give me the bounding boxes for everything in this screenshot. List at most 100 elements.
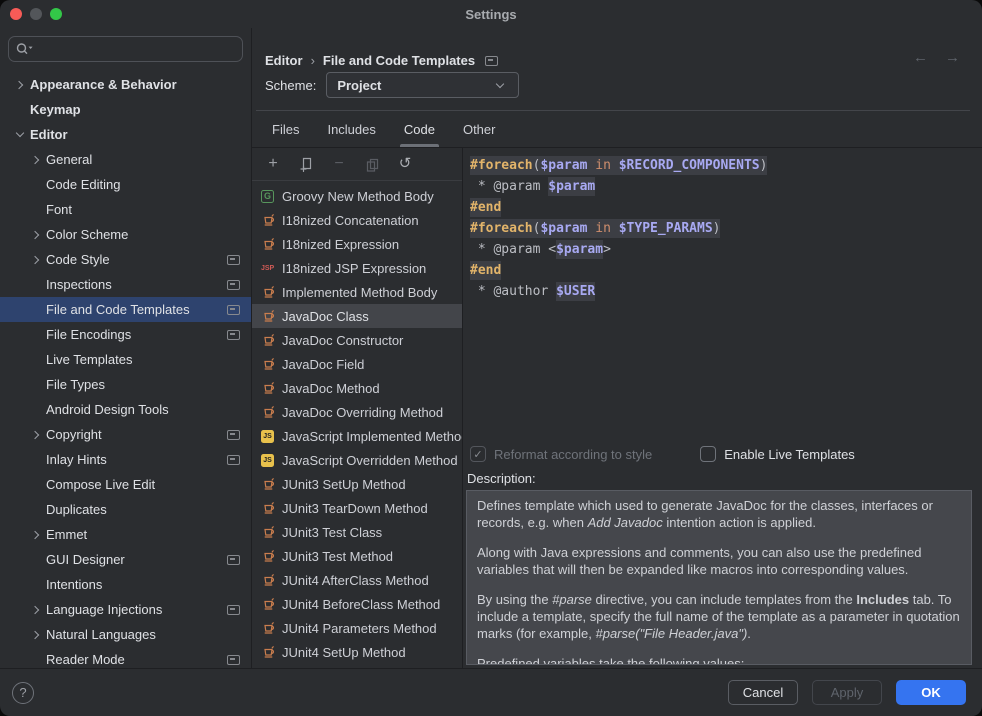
template-item-groovy-new-method-body[interactable]: GGroovy New Method Body [252,184,462,208]
sidebar-item-gui-designer[interactable]: GUI Designer [0,547,251,572]
template-item-implemented-method-body[interactable]: Implemented Method Body [252,280,462,304]
sidebar-item-language-injections[interactable]: Language Injections [0,597,251,622]
sidebar-item-color-scheme[interactable]: Color Scheme [0,222,251,247]
template-item-javadoc-constructor[interactable]: JavaDoc Constructor [252,328,462,352]
template-item-label: JUnit4 Parameters Method [282,621,437,636]
chevron-spacer [28,577,44,593]
breadcrumb-editor[interactable]: Editor [265,53,303,68]
tab-files[interactable]: Files [264,111,307,147]
scheme-select[interactable]: Project [326,72,519,98]
search-box[interactable] [8,36,243,62]
sidebar-item-intentions[interactable]: Intentions [0,572,251,597]
apply-button[interactable]: Apply [812,680,882,705]
template-item-junit3-test-class[interactable]: JUnit3 Test Class [252,520,462,544]
sidebar-item-inspections[interactable]: Inspections [0,272,251,297]
add-template-button[interactable]: + [265,156,281,172]
code-token: ) [713,219,721,238]
template-item-javascript-implemented-method[interactable]: JSJavaScript Implemented Method [252,424,462,448]
chevron-spacer [28,552,44,568]
template-item-junit4-parameters-method[interactable]: JUnit4 Parameters Method [252,616,462,640]
template-list: GGroovy New Method BodyI18nized Concaten… [252,181,462,668]
breadcrumb-current[interactable]: File and Code Templates [323,53,475,68]
template-item-javadoc-class[interactable]: JavaDoc Class [252,304,462,328]
footer-buttons: Cancel Apply OK [728,680,966,705]
template-list-panel: + − ↺ GGroovy New Method BodyI18nized Conc… [252,148,463,668]
template-item-label: JavaDoc Method [282,381,380,396]
template-item-junit3-teardown-method[interactable]: JUnit3 TearDown Method [252,496,462,520]
sidebar-item-file-types[interactable]: File Types [0,372,251,397]
sidebar-item-reader-mode[interactable]: Reader Mode [0,647,251,668]
forward-icon[interactable]: → [945,49,960,66]
chevron-spacer [28,377,44,393]
template-item-javadoc-method[interactable]: JavaDoc Method [252,376,462,400]
template-editor[interactable]: #foreach($param in $RECORD_COMPONENTS) *… [463,148,982,441]
chevron-spacer [28,502,44,518]
java-template-icon [261,501,276,516]
sidebar-item-code-style[interactable]: Code Style [0,247,251,272]
zoom-button[interactable] [50,8,62,20]
sidebar-item-label: Copyright [46,427,102,442]
tab-other[interactable]: Other [455,111,504,147]
reformat-checkbox[interactable] [470,446,486,462]
sidebar-item-label: File and Code Templates [46,302,190,317]
sidebar-item-general[interactable]: General [0,147,251,172]
sidebar-item-emmet[interactable]: Emmet [0,522,251,547]
settings-search-input[interactable] [39,41,236,58]
sidebar-item-code-editing[interactable]: Code Editing [0,172,251,197]
list-toolbar: + − ↺ [252,148,462,181]
scheme-label: Scheme: [265,78,316,93]
sidebar-item-keymap[interactable]: Keymap [0,97,251,122]
description-text: #parse("File Header.java") [595,626,747,641]
template-item-i18nized-expression[interactable]: I18nized Expression [252,232,462,256]
template-item-junit3-setup-method[interactable]: JUnit3 SetUp Method [252,472,462,496]
template-item-javascript-overridden-method[interactable]: JSJavaScript Overridden Method [252,448,462,472]
remove-template-button[interactable]: − [331,156,347,172]
footer: ? Cancel Apply OK [0,668,982,716]
java-template-icon [261,285,276,300]
groovy-icon: G [261,190,274,203]
reset-template-button[interactable]: ↺ [397,156,413,172]
sidebar-item-inlay-hints[interactable]: Inlay Hints [0,447,251,472]
template-icon-slot [261,309,278,324]
back-icon[interactable]: ← [913,49,928,66]
titlebar[interactable]: Settings [0,0,982,28]
ok-button[interactable]: OK [896,680,966,705]
java-template-icon [261,237,276,252]
sidebar-item-appearance-behavior[interactable]: Appearance & Behavior [0,72,251,97]
template-item-i18nized-jsp-expression[interactable]: JSPI18nized JSP Expression [252,256,462,280]
sidebar-item-natural-languages[interactable]: Natural Languages [0,622,251,647]
template-item-javadoc-overriding-method[interactable]: JavaDoc Overriding Method [252,400,462,424]
sidebar-item-file-and-code-templates[interactable]: File and Code Templates [0,297,251,322]
tab-code[interactable]: Code [396,111,443,147]
duplicate-template-button[interactable] [298,156,314,172]
cancel-button[interactable]: Cancel [728,680,798,705]
sidebar-item-duplicates[interactable]: Duplicates [0,497,251,522]
template-item-junit3-test-method[interactable]: JUnit3 Test Method [252,544,462,568]
help-button[interactable]: ? [12,682,34,704]
template-item-i18nized-concatenation[interactable]: I18nized Concatenation [252,208,462,232]
minimize-button[interactable] [30,8,42,20]
sidebar-item-label: Appearance & Behavior [30,77,177,92]
sidebar-item-font[interactable]: Font [0,197,251,222]
copy-icon [365,157,380,172]
enable-live-templates-checkbox[interactable] [700,446,716,462]
sidebar-item-live-templates[interactable]: Live Templates [0,347,251,372]
description-text: . [747,626,751,641]
java-template-icon [261,213,276,228]
sidebar-item-file-encodings[interactable]: File Encodings [0,322,251,347]
description-box[interactable]: Defines template which used to generate … [466,490,972,665]
chevron-spacer [12,102,28,118]
sidebar-item-compose-live-edit[interactable]: Compose Live Edit [0,472,251,497]
sidebar-item-copyright[interactable]: Copyright [0,422,251,447]
sidebar-item-android-design-tools[interactable]: Android Design Tools [0,397,251,422]
copy-template-button[interactable] [364,156,380,172]
template-item-junit4-afterclass-method[interactable]: JUnit4 AfterClass Method [252,568,462,592]
sidebar-item-editor[interactable]: Editor [0,122,251,147]
template-item-junit4-beforeclass-method[interactable]: JUnit4 BeforeClass Method [252,592,462,616]
code-line: #foreach($param in $TYPE_PARAMS) [470,219,976,240]
close-button[interactable] [10,8,22,20]
code-token: * @author [470,282,556,301]
template-item-junit4-setup-method[interactable]: JUnit4 SetUp Method [252,640,462,664]
template-item-javadoc-field[interactable]: JavaDoc Field [252,352,462,376]
tab-includes[interactable]: Includes [319,111,383,147]
